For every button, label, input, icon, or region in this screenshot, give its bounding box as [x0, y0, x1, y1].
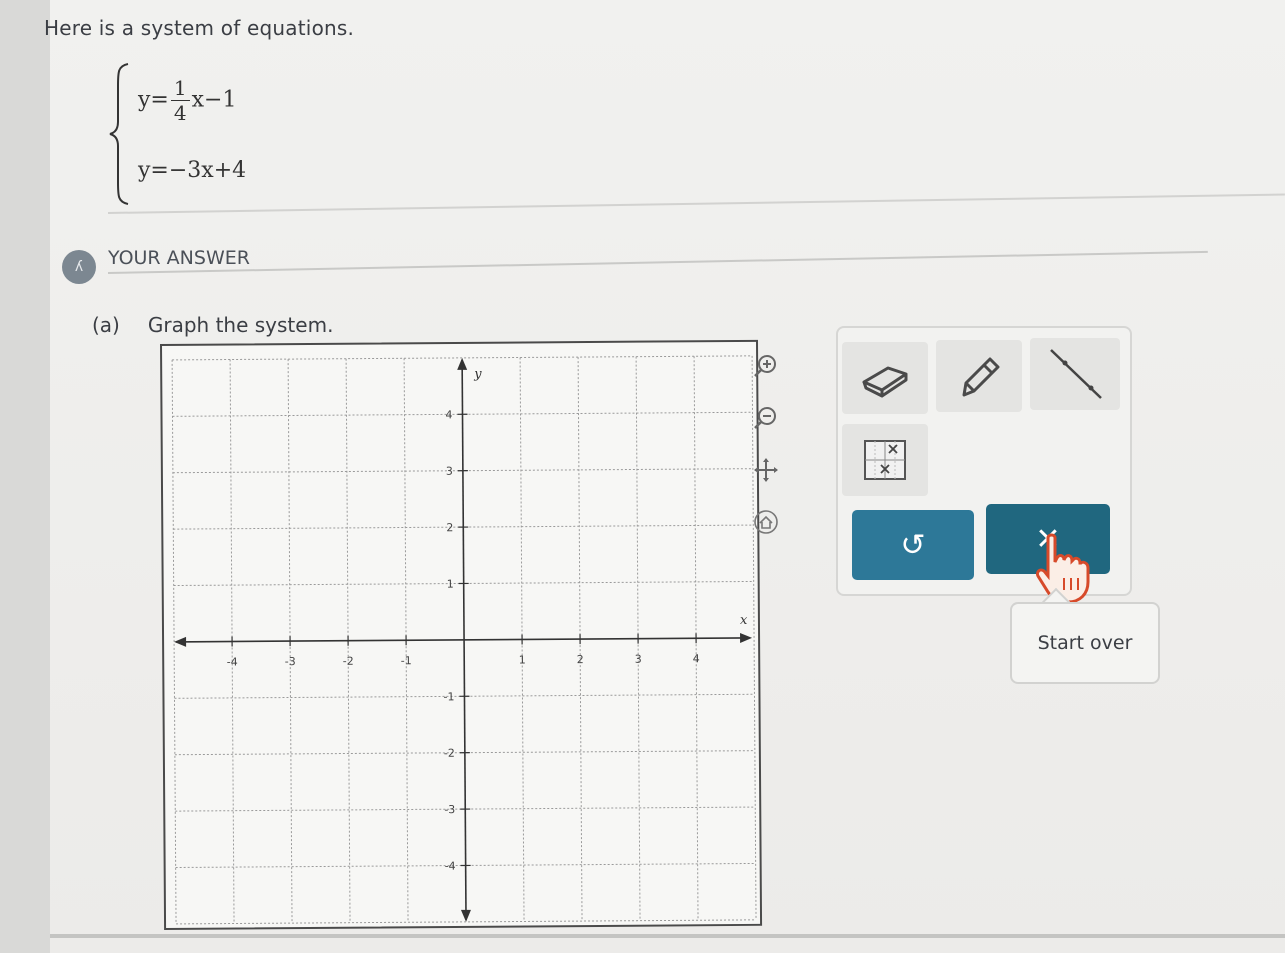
- x-axis-arrow-right: [740, 632, 753, 643]
- x-tick-label: -2: [343, 655, 354, 668]
- x-tick-label: 4: [693, 652, 700, 665]
- graph-canvas[interactable]: -4 -3 -2 -1 1 2 3 4 4 3 2 1 -1 -2 -3 -4 x y: [160, 339, 763, 930]
- pencil-icon: [962, 357, 1000, 397]
- left-edge: [0, 0, 50, 953]
- answer-badge-icon: ʎ: [62, 250, 96, 284]
- home-icon[interactable]: [752, 508, 780, 536]
- screen: Here is a system of equations. y= 1 4 x−1 y…: [0, 0, 1285, 953]
- start-over-tooltip: Start over: [1010, 602, 1160, 684]
- pencil-button[interactable]: [936, 340, 1022, 412]
- system-brace: [109, 63, 129, 205]
- y-axis-arrow-down: [460, 909, 471, 922]
- zoom-out-icon[interactable]: [752, 404, 780, 432]
- part-text: Graph the system.: [147, 313, 334, 337]
- part-a-prompt: (a) Graph the system.: [92, 313, 333, 337]
- y-tick-label: 1: [447, 578, 454, 591]
- equation-1-lhs: y=: [138, 87, 169, 113]
- y-axis-label: y: [473, 367, 482, 382]
- x-tick-label: -3: [285, 655, 296, 668]
- y-tick-label: -4: [445, 860, 456, 873]
- x-axis-arrow-left: [174, 636, 187, 647]
- point-tool-icon: [864, 440, 906, 480]
- x-tick-label: 1: [519, 653, 526, 666]
- undo-button[interactable]: ↺: [852, 510, 974, 580]
- y-tick-label: 4: [445, 408, 452, 421]
- y-tick-label: -3: [444, 803, 455, 816]
- fraction-denominator: 4: [173, 101, 187, 125]
- point-tool-button[interactable]: [842, 424, 928, 496]
- bottom-border: [50, 934, 1285, 938]
- x-tick-label: 3: [635, 653, 642, 666]
- x-tick-label: 2: [577, 653, 584, 666]
- fraction-numerator: 1: [170, 76, 190, 101]
- move-icon[interactable]: [752, 456, 780, 484]
- part-letter: (a): [92, 313, 120, 337]
- x-axis: [176, 637, 747, 643]
- fraction: 14: [170, 76, 190, 125]
- y-tick-label: -1: [443, 690, 454, 703]
- equation-2: y=−3x+4: [138, 158, 247, 183]
- y-tick-label: 3: [446, 465, 453, 478]
- y-tick-label: 2: [446, 521, 453, 534]
- equation-1-rest: x−1: [191, 87, 237, 113]
- eraser-button[interactable]: [842, 342, 928, 414]
- line-tool-icon: [1050, 349, 1102, 399]
- undo-icon: ↺: [900, 527, 926, 563]
- y-tick-label: -2: [444, 747, 455, 760]
- eraser-icon: [862, 366, 908, 398]
- y-axis-arrow-up: [457, 357, 468, 370]
- your-answer-label: YOUR ANSWER: [108, 247, 250, 269]
- coordinate-grid[interactable]: -4 -3 -2 -1 1 2 3 4 4 3 2 1 -1 -2 -3 -4 x y: [162, 342, 760, 928]
- x-axis-label: x: [740, 613, 748, 628]
- x-tick-label: -1: [401, 654, 412, 667]
- zoom-in-icon[interactable]: [752, 352, 780, 380]
- line-tool-button[interactable]: [1030, 338, 1120, 410]
- equation-1: y= 1 4 x−1: [138, 76, 236, 125]
- grid-line-vertical: [751, 355, 757, 920]
- x-tick-label: -4: [227, 655, 238, 668]
- problem-intro: Here is a system of equations.: [44, 16, 355, 40]
